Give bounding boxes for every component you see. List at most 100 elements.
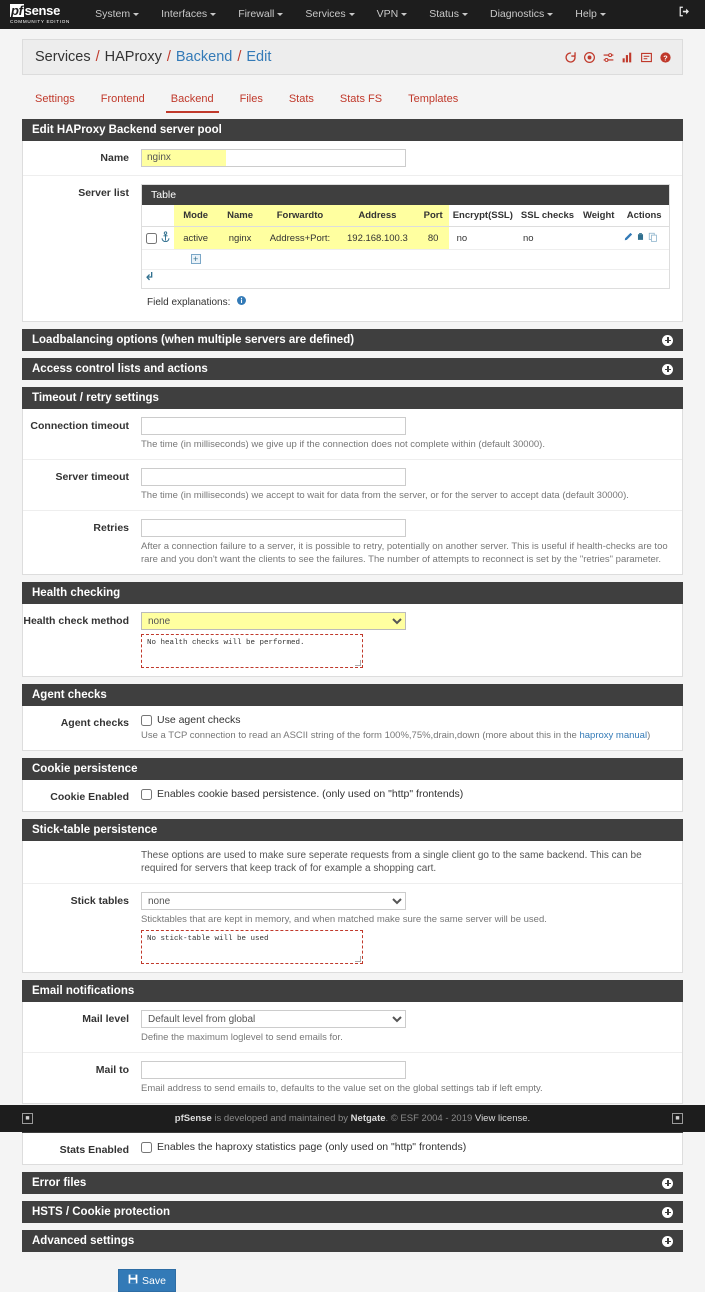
- nav-label: System: [95, 8, 130, 20]
- sliders-icon[interactable]: [602, 51, 615, 64]
- delete-icon[interactable]: [636, 232, 645, 245]
- panel-header-advanced[interactable]: Advanced settings: [22, 1230, 683, 1252]
- mail-to-input[interactable]: [141, 1061, 406, 1079]
- agent-checks-checkbox[interactable]: [141, 715, 152, 726]
- help-text-pre: Use a TCP connection to read an ASCII st…: [141, 730, 579, 741]
- connection-timeout-input[interactable]: [141, 417, 406, 435]
- pfsense-logo[interactable]: pfsense COMMUNITY EDITION: [10, 4, 70, 25]
- form-row-mail-to: Mail to Email address to send emails to,…: [23, 1053, 682, 1103]
- row-action-icons: [622, 232, 666, 245]
- log-icon[interactable]: [640, 51, 653, 64]
- view-license-link[interactable]: View license.: [475, 1113, 530, 1124]
- tab-frontend[interactable]: Frontend: [88, 87, 158, 111]
- help-icon[interactable]: ?: [659, 51, 672, 64]
- nav-item-status[interactable]: Status: [418, 0, 479, 29]
- anchor-icon[interactable]: [160, 231, 171, 245]
- server-timeout-input[interactable]: [141, 468, 406, 486]
- panel-body-agent: Agent checks Use agent checks Use a TCP …: [22, 706, 683, 751]
- nav-item-help[interactable]: Help: [564, 0, 617, 29]
- retries-input[interactable]: [141, 519, 406, 537]
- chevron-down-icon: [349, 13, 355, 16]
- column-address: Address: [337, 205, 418, 227]
- stats-enabled-checkbox[interactable]: [141, 1142, 152, 1153]
- control-mail-to: Email address to send emails to, default…: [141, 1061, 682, 1095]
- panel-header-hsts[interactable]: HSTS / Cookie protection: [22, 1201, 683, 1223]
- agent-checkbox-line: Use agent checks: [141, 714, 670, 726]
- server-table-body: active nginx Address+Port: 192.168.100.3…: [142, 227, 669, 270]
- column-mode: Mode: [174, 205, 217, 227]
- tab-label: Frontend: [101, 93, 145, 105]
- add-server-icon[interactable]: +: [191, 254, 201, 264]
- panel-body-cookie: Cookie Enabled Enables cookie based pers…: [22, 780, 683, 812]
- tab-settings[interactable]: Settings: [22, 87, 88, 111]
- form-row-stats-enabled: Stats Enabled Enables the haproxy statis…: [23, 1133, 682, 1164]
- haproxy-manual-link[interactable]: haproxy manual: [579, 730, 647, 741]
- help-stick-tables: Sticktables that are kept in memory, and…: [141, 913, 670, 926]
- panel-title-server-pool: Edit HAProxy Backend server pool: [22, 119, 683, 141]
- footer-text: pfSense is developed and maintained by N…: [175, 1113, 530, 1124]
- save-button[interactable]: Save: [118, 1269, 176, 1292]
- target-icon[interactable]: [583, 51, 596, 64]
- save-area: Save: [0, 1259, 705, 1292]
- footer-right-icon[interactable]: ■: [672, 1113, 683, 1124]
- nav-item-diagnostics[interactable]: Diagnostics: [479, 0, 564, 29]
- sticktable-note-text: No stick-table will be used: [147, 935, 269, 943]
- nav-item-services[interactable]: Services: [294, 0, 365, 29]
- footer-brand: pfSense: [175, 1113, 212, 1124]
- expand-plus-icon[interactable]: [662, 1178, 673, 1189]
- control-server-list: Table Mode Name Forwardto Address Port: [141, 184, 682, 313]
- panel-header-loadbalancing[interactable]: Loadbalancing options (when multiple ser…: [22, 329, 683, 351]
- panel-header-acl[interactable]: Access control lists and actions: [22, 358, 683, 380]
- name-input[interactable]: [141, 149, 406, 167]
- tab-stats[interactable]: Stats: [276, 87, 327, 111]
- edit-icon[interactable]: [624, 232, 633, 245]
- logo-prefix: pf: [10, 4, 24, 17]
- control-health-check-method: none No health checks will be performed.: [141, 612, 682, 668]
- logout-icon[interactable]: [678, 7, 691, 21]
- tab-templates[interactable]: Templates: [395, 87, 471, 111]
- cookie-checkbox-line: Enables cookie based persistence. (only …: [141, 788, 670, 800]
- tab-files[interactable]: Files: [227, 87, 276, 111]
- expand-plus-icon[interactable]: [662, 1207, 673, 1218]
- expand-plus-icon[interactable]: [662, 335, 673, 346]
- form-row-stick-tables: Stick tables none Sticktables that are k…: [23, 884, 682, 972]
- health-check-note-text: No health checks will be performed.: [147, 639, 305, 647]
- breadcrumb-edit[interactable]: Edit: [246, 49, 271, 65]
- help-retries: After a connection failure to a server, …: [141, 540, 670, 566]
- cookie-enabled-checkbox-label: Enables cookie based persistence. (only …: [157, 788, 463, 800]
- info-icon[interactable]: [236, 295, 247, 309]
- chevron-down-icon: [133, 13, 139, 16]
- return-arrow-icon[interactable]: [145, 274, 155, 286]
- nav-item-firewall[interactable]: Firewall: [227, 0, 294, 29]
- cookie-enabled-checkbox[interactable]: [141, 789, 152, 800]
- resize-grip-icon[interactable]: [355, 956, 361, 962]
- health-check-method-select[interactable]: none: [141, 612, 406, 630]
- stick-tables-select[interactable]: none: [141, 892, 406, 910]
- expand-plus-icon[interactable]: [662, 364, 673, 375]
- mail-level-select[interactable]: Default level from global: [141, 1010, 406, 1028]
- bar-chart-icon[interactable]: [621, 51, 634, 64]
- breadcrumb-backend[interactable]: Backend: [176, 49, 232, 65]
- panel-timeout: Timeout / retry settings Connection time…: [22, 387, 683, 575]
- copy-icon[interactable]: [648, 232, 658, 245]
- breadcrumb-separator: /: [167, 49, 171, 65]
- panel-title-text: HSTS / Cookie protection: [32, 1206, 170, 1218]
- panel-title-text: Health checking: [32, 587, 120, 599]
- tab-backend[interactable]: Backend: [158, 87, 227, 111]
- resize-grip-icon[interactable]: [355, 660, 361, 666]
- nav-item-interfaces[interactable]: Interfaces: [150, 0, 227, 29]
- label-stick-tables: Stick tables: [23, 892, 141, 964]
- panel-header-error-files[interactable]: Error files: [22, 1172, 683, 1194]
- control-cookie-enabled: Enables cookie based persistence. (only …: [141, 788, 682, 803]
- nav-item-system[interactable]: System: [84, 0, 150, 29]
- tab-stats-fs[interactable]: Stats FS: [327, 87, 395, 111]
- expand-plus-icon[interactable]: [662, 1236, 673, 1247]
- footer-left-icon[interactable]: ■: [22, 1113, 33, 1124]
- refresh-icon[interactable]: [564, 51, 577, 64]
- nav-item-vpn[interactable]: VPN: [366, 0, 419, 29]
- footer-company: Netgate: [351, 1113, 386, 1124]
- server-table-title: Table: [142, 185, 669, 205]
- top-navbar: pfsense COMMUNITY EDITION System Interfa…: [0, 0, 705, 29]
- panel-title-text: Stick-table persistence: [32, 824, 157, 836]
- row-checkbox[interactable]: [146, 233, 157, 244]
